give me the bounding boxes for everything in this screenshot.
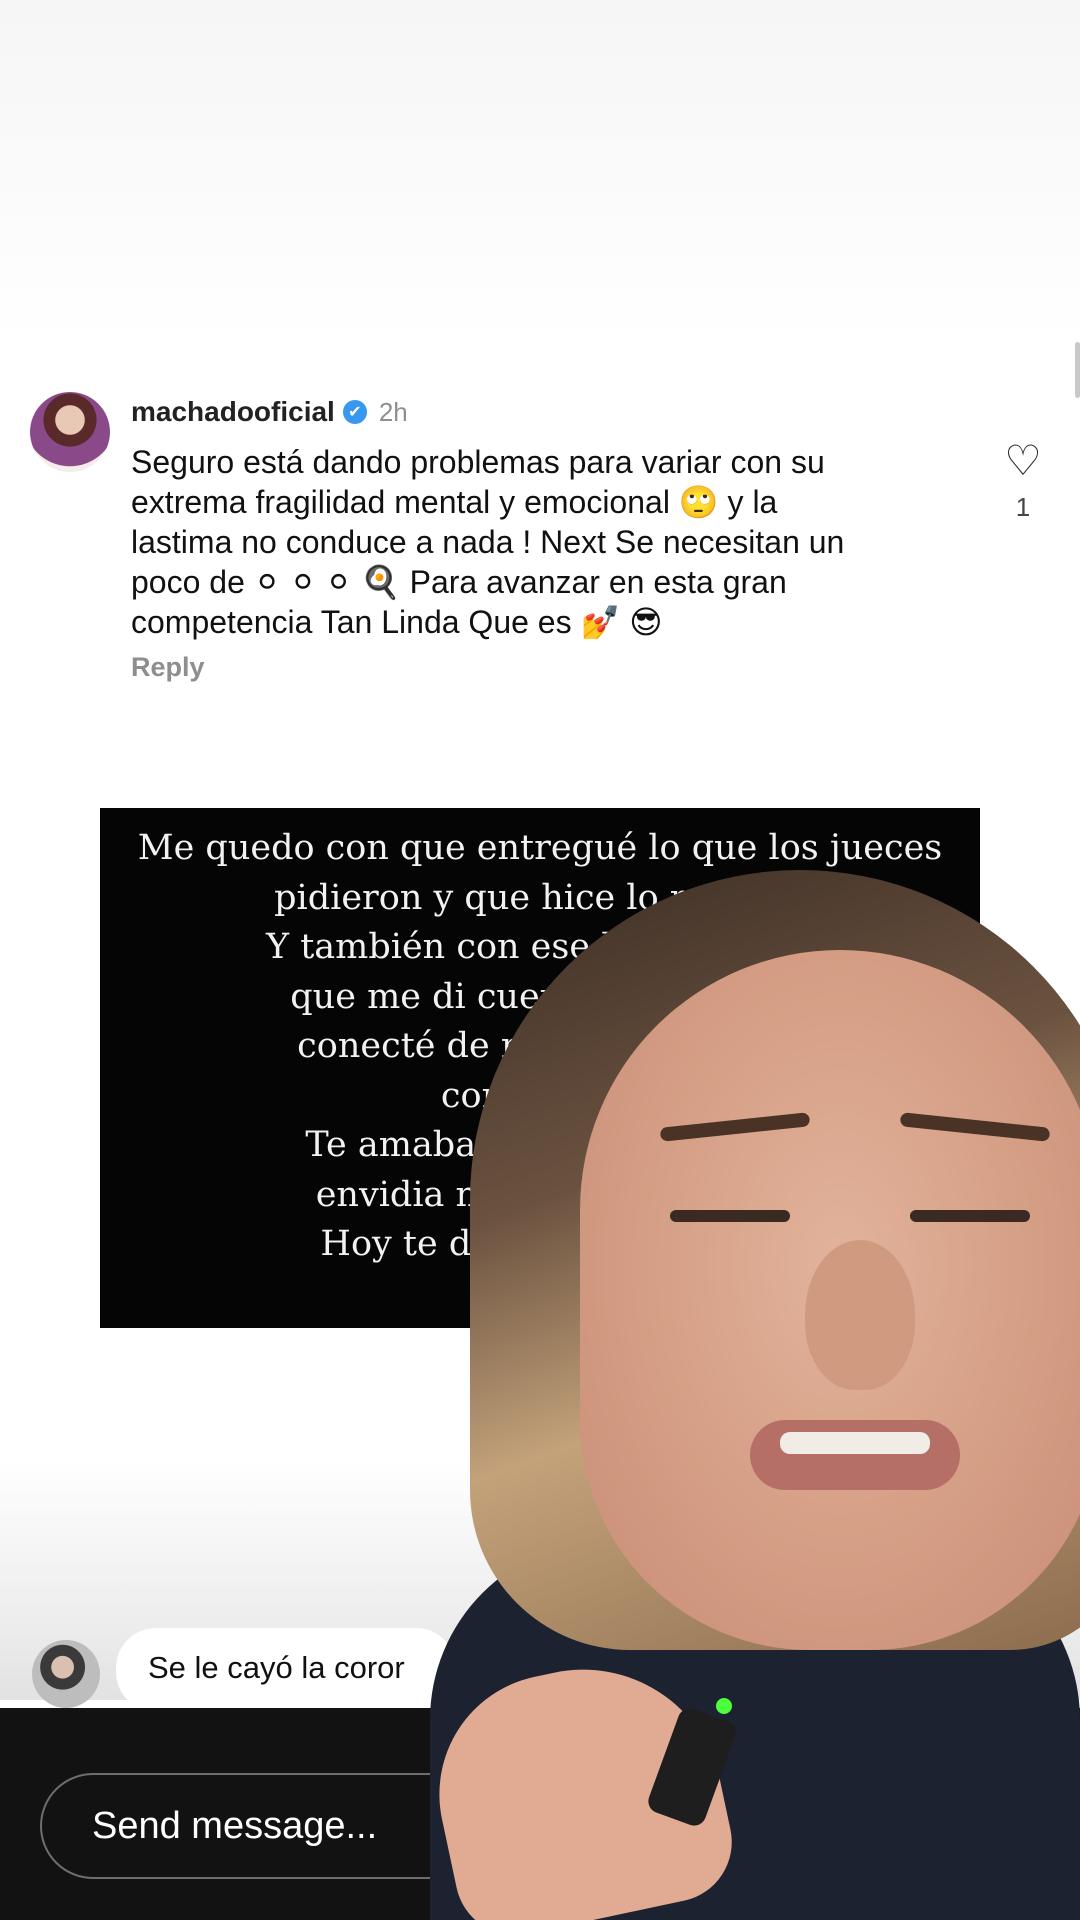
comment-time: 2h xyxy=(378,396,408,427)
mouth xyxy=(750,1420,960,1490)
comment-text-line: competencia Tan Linda Que es 💅 😎 xyxy=(131,604,663,640)
verified-badge-icon: ✔ xyxy=(342,400,367,424)
comment-header: machadooficial ✔ 2h xyxy=(131,396,408,428)
live-commenter-avatar[interactable] xyxy=(32,1640,100,1708)
teeth xyxy=(780,1432,930,1454)
comment-text: Seguro está dando problemas para variar … xyxy=(131,442,961,642)
like-control[interactable]: ♡ 1 xyxy=(1000,440,1046,523)
top-blank-area xyxy=(0,0,1080,340)
comment-text-line: lastima no conduce a nada ! Next Se nece… xyxy=(131,524,845,560)
left-eye xyxy=(670,1210,790,1222)
nose xyxy=(805,1240,915,1390)
comment-text-line: extrema fragilidad mental y emocional 🙄 … xyxy=(131,484,778,520)
right-eye xyxy=(910,1210,1030,1222)
comment-text-line: Seguro está dando problemas para variar … xyxy=(131,444,825,480)
comment-text-line: poco de ⚪ ⚪ ⚪ 🍳 Para avanzar en esta gra… xyxy=(131,564,787,600)
story-text-line: Me quedo con que entregué lo que los jue… xyxy=(137,828,943,868)
commenter-avatar[interactable] xyxy=(30,392,110,472)
heart-outline-icon[interactable]: ♡ xyxy=(1000,440,1046,482)
live-comment-bubble: Se le cayó la coror xyxy=(116,1628,456,1712)
device-led-icon xyxy=(716,1698,732,1714)
reply-button[interactable]: Reply xyxy=(131,652,205,683)
like-count: 1 xyxy=(1015,492,1031,522)
comment-username[interactable]: machadooficial xyxy=(131,396,335,428)
creator-video-overlay xyxy=(430,870,1080,1920)
comment-item: machadooficial ✔ 2h Seguro está dando pr… xyxy=(0,380,1080,710)
